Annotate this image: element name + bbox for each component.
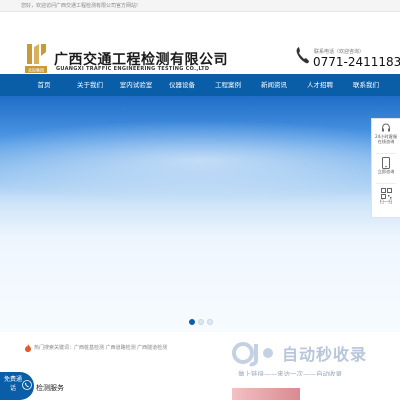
floating-contact-panel: 24小时客服在线咨询 立即咨询 扫一扫 xyxy=(371,118,400,218)
nav-item-equipment[interactable]: 仪器设备 xyxy=(160,74,204,96)
float-label-scan: 扫一扫 xyxy=(379,199,393,204)
welcome-bar: 您好，欢迎访问广西交通工程检测有限公司官方网站! xyxy=(0,0,400,12)
phone-number[interactable]: 0771-2411183 xyxy=(313,55,400,69)
float-label-online-service: 24小时客服在线咨询 xyxy=(374,134,398,144)
nav-item-cases[interactable]: 工程案例 xyxy=(206,74,250,96)
hot-search-keywords[interactable]: 热门搜索关键词：广西桩基检测 广西道路检测 广西隧道检测 xyxy=(34,344,167,351)
phone-call-icon xyxy=(22,380,32,390)
banner-dot-3[interactable] xyxy=(207,319,213,325)
free-call-label: 免费通话 xyxy=(3,376,22,392)
logo-caption: 北投集团 xyxy=(28,67,44,73)
phone-icon xyxy=(296,47,309,64)
phone-label: 联系电话（欢迎咨询） xyxy=(314,49,365,55)
preview-thumbnail[interactable] xyxy=(232,388,300,400)
free-call-button[interactable]: 免费通话 xyxy=(0,372,34,400)
nav-item-about[interactable]: 关于我们 xyxy=(68,74,112,96)
company-name-en: GUANGXI TRAFFIC ENGINEERING TESTING CO.,… xyxy=(56,66,210,72)
hero-banner[interactable] xyxy=(0,96,400,332)
flame-icon xyxy=(25,344,31,352)
mobile-icon xyxy=(382,157,390,169)
nav-item-careers[interactable]: 人才招聘 xyxy=(298,74,342,96)
nav-item-news[interactable]: 新闻资讯 xyxy=(252,74,296,96)
watermark-logo-icon xyxy=(232,342,273,367)
main-nav: 首页 关于我们 室内试验室 仪器设备 工程案例 新闻资讯 人才招聘 联系我们 xyxy=(0,74,400,96)
site-header: 北投集团 广西交通工程检测有限公司 GUANGXI TRAFFIC ENGINE… xyxy=(0,12,400,74)
company-logo-icon[interactable]: 北投集团 xyxy=(24,42,48,74)
float-divider xyxy=(376,183,396,184)
qrcode-icon xyxy=(380,188,392,199)
content-preview-strip: 检测服务 xyxy=(0,376,400,400)
nav-item-home[interactable]: 首页 xyxy=(22,74,66,96)
nav-item-contact[interactable]: 联系我们 xyxy=(344,74,388,96)
float-item-call[interactable]: 立即咨询 xyxy=(372,157,400,174)
watermark-overlay: 自动秒收录 做上链接——来访一次——自动收录 xyxy=(232,338,392,378)
banner-dot-1[interactable] xyxy=(189,319,195,325)
section-title: 检测服务 xyxy=(36,384,64,392)
float-divider xyxy=(376,153,396,154)
watermark-title: 自动秒收录 xyxy=(282,345,368,364)
banner-light-decoration xyxy=(0,120,400,200)
float-item-online-service[interactable]: 24小时客服在线咨询 xyxy=(372,123,400,144)
float-item-scan[interactable]: 扫一扫 xyxy=(372,188,400,204)
banner-dot-2[interactable] xyxy=(198,319,204,325)
float-label-call: 立即咨询 xyxy=(377,169,395,174)
nav-item-laboratory[interactable]: 室内试验室 xyxy=(114,74,158,96)
headset-icon xyxy=(382,123,390,132)
banner-pagination xyxy=(189,319,213,325)
welcome-text: 您好，欢迎访问广西交通工程检测有限公司官方网站! xyxy=(21,3,139,9)
